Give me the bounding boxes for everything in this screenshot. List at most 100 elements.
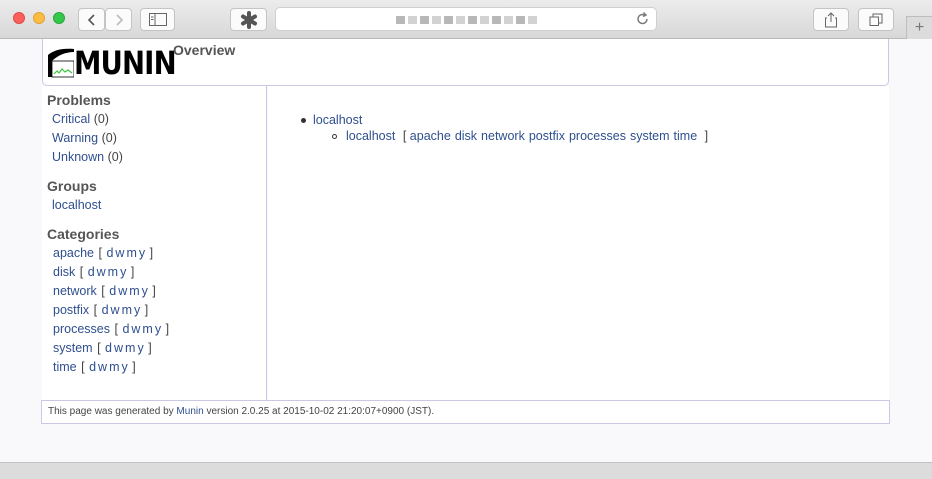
address-bar[interactable]	[275, 7, 657, 31]
category-item-time: time [ dwmy ]	[52, 360, 136, 374]
period-link[interactable]: y	[142, 284, 148, 298]
new-tab-button[interactable]: +	[906, 16, 932, 39]
period-link[interactable]: m	[109, 360, 119, 374]
category-link-postfix[interactable]: postfix	[53, 303, 89, 317]
period-link[interactable]: m	[125, 341, 135, 355]
node-category-link-system[interactable]: system	[630, 129, 670, 143]
period-link[interactable]: w	[98, 360, 107, 374]
tabs-icon	[869, 13, 883, 26]
sidebar-toggle-button[interactable]	[140, 8, 175, 31]
footer-prefix: This page was generated by	[48, 406, 177, 417]
period-link[interactable]: y	[155, 322, 161, 336]
unknown-link[interactable]: Unknown	[52, 150, 104, 164]
category-link-time[interactable]: time	[53, 360, 77, 374]
munin-footer-link[interactable]: Munin	[176, 406, 203, 417]
period-link[interactable]: w	[97, 265, 106, 279]
node-close-bracket: ]	[704, 129, 709, 143]
period-link[interactable]: y	[137, 341, 143, 355]
period-link[interactable]: w	[114, 341, 123, 355]
period-link[interactable]: d	[109, 284, 116, 298]
warning-link[interactable]: Warning	[52, 131, 98, 145]
tree-group-link[interactable]: localhost	[313, 113, 362, 127]
page-title: Overview	[173, 42, 236, 58]
extension-button[interactable]	[230, 8, 267, 31]
category-link-apache[interactable]: apache	[53, 246, 94, 260]
warning-count: (0)	[101, 131, 117, 145]
category-link-disk[interactable]: disk	[53, 265, 75, 279]
period-link[interactable]: w	[115, 246, 124, 260]
category-close-bracket: ]	[148, 341, 152, 355]
category-open-bracket: [	[101, 284, 105, 298]
close-window-button[interactable]	[13, 12, 25, 24]
node-category-links: apache disk network postfix processes system t…	[410, 129, 701, 143]
period-link[interactable]: m	[142, 322, 152, 336]
plus-icon: +	[914, 19, 925, 36]
category-item-processes: processes [ dwmy ]	[52, 322, 169, 336]
node-category-link-network[interactable]: network	[481, 129, 525, 143]
forward-button[interactable]	[105, 8, 132, 31]
category-link-system[interactable]: system	[53, 341, 93, 355]
browser-toolbar: +	[0, 0, 932, 39]
puzzle-asterisk-icon	[240, 10, 257, 29]
period-link[interactable]: m	[126, 246, 136, 260]
sidebar-icon	[148, 13, 167, 26]
page-content: MUNIN Overview Problems Critical (0) War…	[0, 39, 932, 462]
problem-warning: Warning (0)	[52, 131, 117, 145]
categories-heading: Categories	[47, 226, 120, 242]
node-category-link-time[interactable]: time	[674, 129, 698, 143]
category-open-bracket: [	[98, 246, 102, 260]
zoom-window-button[interactable]	[53, 12, 65, 24]
reload-icon[interactable]	[635, 11, 651, 27]
critical-link[interactable]: Critical	[52, 112, 90, 126]
unknown-count: (0)	[107, 150, 123, 164]
period-link[interactable]: w	[111, 303, 120, 317]
period-link[interactable]: m	[122, 303, 132, 317]
minimize-window-button[interactable]	[33, 12, 45, 24]
node-category-link-apache[interactable]: apache	[410, 129, 451, 143]
period-link[interactable]: m	[108, 265, 118, 279]
period-link[interactable]: d	[102, 303, 109, 317]
category-close-bracket: ]	[152, 284, 156, 298]
period-link[interactable]: y	[134, 303, 140, 317]
share-button[interactable]	[813, 8, 849, 31]
problems-heading: Problems	[47, 92, 111, 108]
raven-wing-icon	[48, 48, 74, 78]
period-link[interactable]: y	[120, 265, 126, 279]
category-item-disk: disk [ dwmy ]	[52, 265, 134, 279]
category-link-processes[interactable]: processes	[53, 322, 110, 336]
period-link[interactable]: y	[121, 360, 127, 374]
status-bar	[0, 462, 932, 479]
chevron-left-icon	[87, 13, 95, 26]
node-open-bracket: [	[402, 129, 407, 143]
munin-logo[interactable]: MUNIN	[48, 45, 177, 81]
category-item-postfix: postfix [ dwmy ]	[52, 303, 148, 317]
group-localhost-link[interactable]: localhost	[52, 198, 101, 212]
node-category-link-disk[interactable]: disk	[455, 129, 477, 143]
period-link[interactable]: m	[129, 284, 139, 298]
period-link[interactable]: w	[131, 322, 140, 336]
period-link[interactable]: y	[139, 246, 145, 260]
period-link[interactable]: d	[122, 322, 129, 336]
node-category-link-postfix[interactable]: postfix	[529, 129, 565, 143]
category-link-network[interactable]: network	[53, 284, 97, 298]
share-icon	[825, 11, 837, 27]
footer: This page was generated by Munin version…	[41, 400, 890, 424]
main-content: localhost localhost [ apache disk network p…	[268, 86, 889, 400]
critical-count: (0)	[93, 112, 109, 126]
period-link[interactable]: w	[118, 284, 127, 298]
tree-node-link[interactable]: localhost	[346, 129, 395, 143]
back-button[interactable]	[78, 8, 105, 31]
period-link[interactable]: d	[89, 360, 96, 374]
category-open-bracket: [	[114, 322, 118, 336]
node-tree-item: localhost [ apache disk network postfix proc…	[332, 129, 709, 143]
node-category-link-processes[interactable]: processes	[569, 129, 626, 143]
category-item-system: system [ dwmy ]	[52, 341, 152, 355]
period-link[interactable]: d	[88, 265, 95, 279]
period-link[interactable]: d	[105, 341, 112, 355]
problem-unknown: Unknown (0)	[52, 150, 123, 164]
period-link[interactable]: d	[106, 246, 113, 260]
group-item: localhost	[52, 198, 101, 212]
tabs-overview-button[interactable]	[858, 8, 894, 31]
chevron-right-icon	[115, 13, 123, 26]
category-close-bracket: ]	[144, 303, 149, 317]
